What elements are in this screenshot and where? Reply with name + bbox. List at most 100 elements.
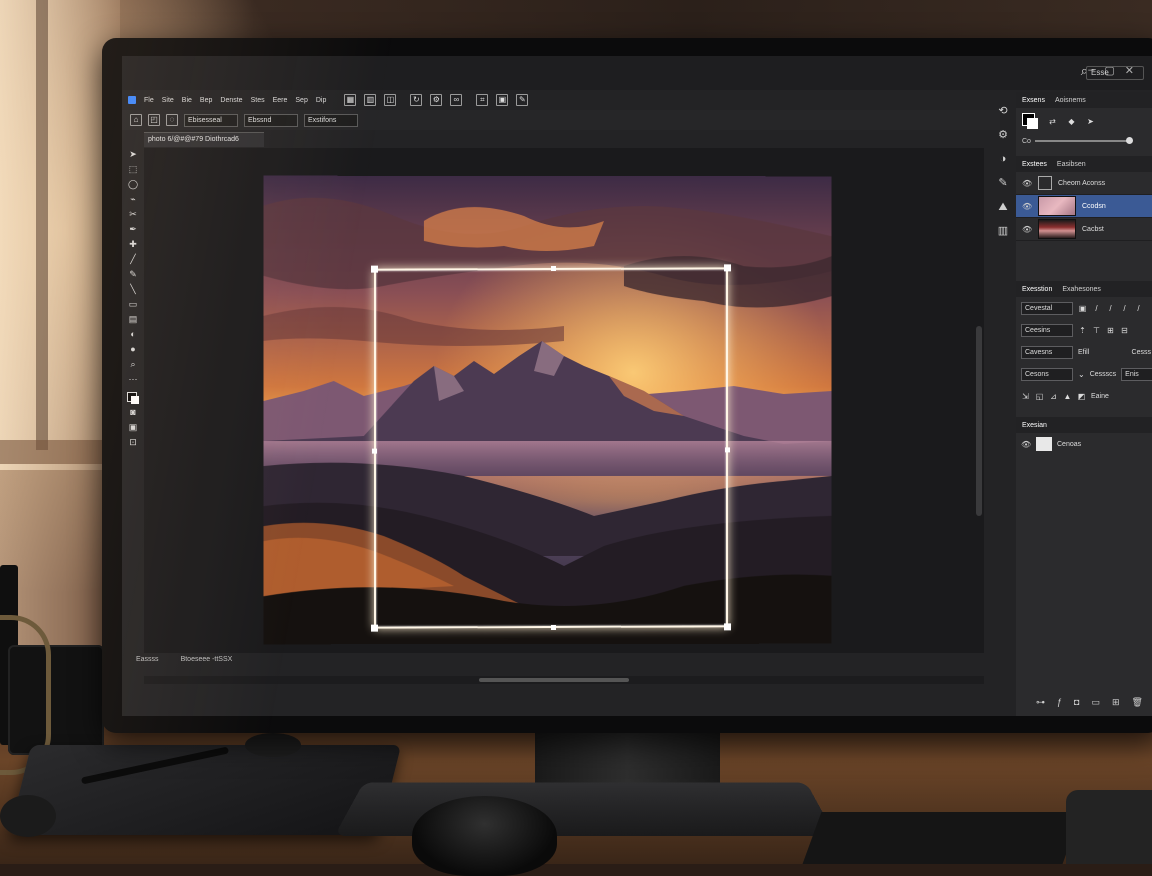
crop-icon[interactable]: ⌗: [476, 94, 488, 106]
chevron-down-icon[interactable]: ⌄: [1078, 370, 1085, 379]
eraser-tool-icon[interactable]: ▭: [128, 298, 139, 310]
overlay-select[interactable]: Exstifons: [304, 114, 358, 127]
paths-icon[interactable]: ⛰: [996, 200, 1010, 214]
slash-icon-2[interactable]: /: [1106, 304, 1115, 313]
fx-icon[interactable]: ƒ: [1057, 697, 1062, 708]
ratio-select[interactable]: Ebisesseal: [184, 114, 238, 127]
menu-item-edit[interactable]: Site: [162, 97, 174, 104]
menu-item-type[interactable]: Denste: [220, 97, 242, 104]
brush-settings-icon[interactable]: ✎: [996, 176, 1010, 190]
mask-icon[interactable]: ◘: [1074, 697, 1079, 708]
lasso-tool-icon[interactable]: ◯: [128, 178, 139, 190]
move-tool-icon[interactable]: ➤: [128, 148, 139, 160]
crop-box[interactable]: [374, 267, 728, 628]
crop-handle-bottom[interactable]: [551, 625, 556, 630]
resize-icon[interactable]: ⇲: [1021, 392, 1030, 401]
trash-icon[interactable]: 🗑: [1132, 697, 1143, 708]
distribute-icon[interactable]: ⊟: [1120, 326, 1129, 335]
toolbar-icon-3[interactable]: ◫: [384, 94, 396, 106]
tab-channels[interactable]: Easibsen: [1057, 161, 1086, 168]
document-tab[interactable]: photo 6/@#@#79 Diothrcad6: [144, 132, 264, 147]
crop-handle-right[interactable]: [725, 447, 730, 452]
history-icon[interactable]: ⟲: [996, 104, 1010, 118]
color-swatches[interactable]: [127, 392, 139, 403]
eyedropper-tool-icon[interactable]: ✒: [128, 223, 139, 235]
color-slider-knob[interactable]: [1126, 137, 1133, 144]
frame-icon[interactable]: ▣: [496, 94, 508, 106]
brush-tool-icon[interactable]: ╱: [128, 253, 139, 265]
crop-handle-top[interactable]: [551, 266, 556, 271]
rotate-icon[interactable]: ↻: [410, 94, 422, 106]
gradient-tool-icon[interactable]: ▤: [128, 313, 139, 325]
crop-handle-top-left[interactable]: [371, 266, 378, 273]
home-icon[interactable]: ⌂: [130, 114, 142, 126]
arrow-up-icon[interactable]: ⇡: [1078, 326, 1087, 335]
gear-icon[interactable]: ⚙: [430, 94, 442, 106]
horizontal-scroll-thumb[interactable]: [479, 678, 629, 682]
canvas-area[interactable]: [144, 148, 984, 653]
new-layer-icon[interactable]: ⊞: [1112, 697, 1120, 708]
properties-select-3[interactable]: Cavesns: [1021, 346, 1073, 359]
stamp-tool-icon[interactable]: ✎: [128, 268, 139, 280]
visibility-eye-icon[interactable]: 👁: [1021, 440, 1031, 449]
crop-tool-icon[interactable]: ✂: [128, 208, 139, 220]
lasso-icon[interactable]: ◌: [166, 114, 178, 126]
color-mode-icon[interactable]: ◆: [1067, 117, 1076, 126]
lock-icon[interactable]: ▣: [1078, 304, 1087, 313]
properties-select-1[interactable]: Cevestal: [1021, 302, 1073, 315]
properties-select-2[interactable]: Ceesins: [1021, 324, 1073, 337]
swap-colors-icon[interactable]: ⇄: [1048, 117, 1057, 126]
menu-item-file[interactable]: Fle: [144, 97, 154, 104]
flip-icon[interactable]: ⊿: [1049, 392, 1058, 401]
eyedropper-icon[interactable]: ✎: [516, 94, 528, 106]
color-slider[interactable]: [1035, 140, 1131, 142]
stamp-icon[interactable]: ▲: [1063, 392, 1072, 401]
slash-icon-3[interactable]: /: [1120, 304, 1129, 313]
fill-value[interactable]: Cesss: [1132, 349, 1151, 356]
screen-mode-icon[interactable]: ▣: [128, 421, 139, 433]
properties-icon[interactable]: ⚙: [996, 128, 1010, 142]
quick-select-icon[interactable]: ⌁: [128, 193, 139, 205]
tab-properties[interactable]: Exesstion: [1022, 286, 1052, 293]
mini-panel-row[interactable]: 👁 Cenoas: [1016, 433, 1152, 455]
layer-row-selected[interactable]: 👁 Ccodsn: [1016, 195, 1152, 218]
link-icon[interactable]: ∞: [450, 94, 462, 106]
layer-row-adjustment[interactable]: 👁 Cheom Aconss: [1016, 172, 1152, 195]
crop-handle-top-right[interactable]: [724, 264, 731, 271]
healing-tool-icon[interactable]: ✚: [128, 238, 139, 250]
crop-tool-icon[interactable]: ◰: [148, 114, 160, 126]
tab-swatches[interactable]: Aoisnems: [1055, 97, 1086, 104]
libraries-icon[interactable]: ▥: [996, 224, 1010, 238]
visibility-eye-icon[interactable]: 👁: [1022, 225, 1032, 234]
crop-handle-bottom-left[interactable]: [371, 625, 378, 632]
more-tools-icon[interactable]: ⋯: [128, 373, 139, 385]
layer-row[interactable]: 👁 Cacbst: [1016, 218, 1152, 241]
slash-icon-1[interactable]: /: [1092, 304, 1101, 313]
vertical-scrollbar[interactable]: [976, 326, 982, 516]
marquee-tool-icon[interactable]: ⬚: [128, 163, 139, 175]
app-logo-icon[interactable]: [128, 96, 136, 104]
tab-adjustments[interactable]: Exahesones: [1062, 286, 1101, 293]
rectangle-icon[interactable]: ◱: [1035, 392, 1044, 401]
menu-item-image[interactable]: Bie: [182, 97, 192, 104]
horizontal-scrollbar[interactable]: [144, 676, 984, 684]
tab-layers[interactable]: Exstees: [1022, 161, 1047, 168]
background-color[interactable]: [131, 396, 139, 404]
visibility-eye-icon[interactable]: 👁: [1022, 202, 1032, 211]
preset-select[interactable]: Ebssnd: [244, 114, 298, 127]
dodge-tool-icon[interactable]: ●: [128, 343, 139, 355]
background-swatch[interactable]: [1027, 118, 1038, 129]
color-picker-swatch[interactable]: [1022, 113, 1038, 129]
tab-mini[interactable]: Exesian: [1022, 422, 1047, 429]
transform-icon[interactable]: ⊤: [1092, 326, 1101, 335]
fill-icon[interactable]: ◩: [1077, 392, 1086, 401]
crop-handle-bottom-right[interactable]: [724, 623, 731, 630]
menu-item-view[interactable]: Sep: [295, 97, 307, 104]
history-brush-icon[interactable]: ╲: [128, 283, 139, 295]
blur-tool-icon[interactable]: ◐: [128, 328, 139, 340]
align-icon[interactable]: ⊞: [1106, 326, 1115, 335]
tab-color[interactable]: Exsens: [1022, 97, 1045, 104]
zoom-tool-icon[interactable]: ⌕: [128, 358, 139, 370]
row4-value[interactable]: Enis: [1121, 368, 1152, 381]
search-input[interactable]: Esse: [1086, 66, 1144, 80]
